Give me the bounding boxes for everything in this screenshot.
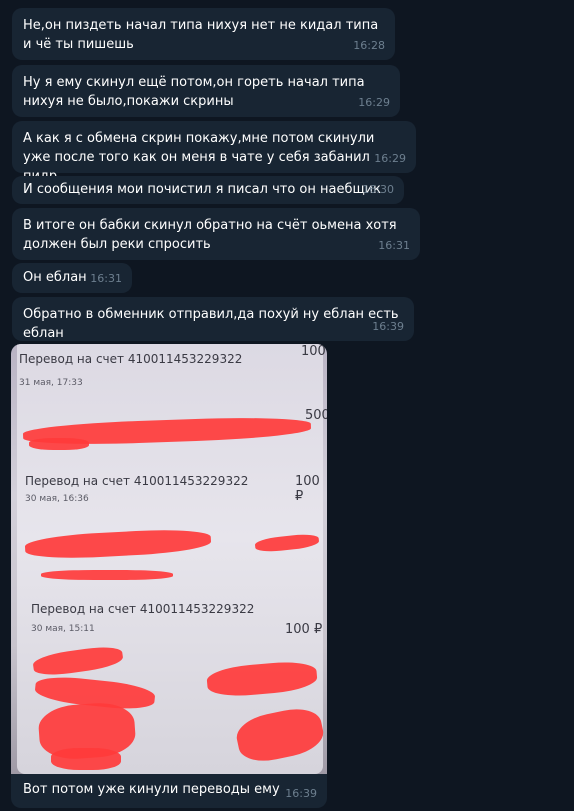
message-bubble[interactable]: А как я с обмена скрин покажу,мне потом … xyxy=(12,121,416,184)
message-time: 16:39 xyxy=(285,787,317,800)
photo-entry-amount: 100 xyxy=(301,344,326,359)
message-text: Не,он пиздеть начал типа нихуя нет не ки… xyxy=(23,18,379,52)
redaction-scribble xyxy=(51,748,121,770)
message-text: И сообщения мои почистил я писал что он … xyxy=(23,182,382,197)
message-time: 16:31 xyxy=(378,239,410,252)
redaction-scribble xyxy=(41,570,173,580)
message-text: В итоге он бабки скинул обратно на счёт … xyxy=(23,218,397,252)
photo-entry-date: 30 мая, 15:11 xyxy=(31,624,95,634)
message-time: 16:29 xyxy=(358,96,390,109)
photo-attachment[interactable]: Перевод на счет 410011453229322 31 мая, … xyxy=(11,344,327,774)
message-bubble[interactable]: Обратно в обменник отправил,да похуй ну … xyxy=(12,297,414,341)
photo-entry-date: 31 мая, 17:33 xyxy=(19,378,83,388)
message-bubble[interactable]: Ну я ему скинул ещё потом,он гореть нача… xyxy=(12,65,400,117)
message-text: Ну я ему скинул ещё потом,он гореть нача… xyxy=(23,75,365,109)
photo-caption: Вот потом уже кинули переводы ему xyxy=(23,782,280,797)
photo-entry-title: Перевод на счет 410011453229322 xyxy=(19,352,243,366)
message-time: 16:29 xyxy=(374,152,406,165)
photo-entry-amount: 100 ₽ xyxy=(295,474,320,504)
photo-partial-amount: 500 xyxy=(305,408,327,423)
message-text: Обратно в обменник отправил,да похуй ну … xyxy=(23,307,399,341)
message-bubble[interactable]: И сообщения мои почистил я писал что он … xyxy=(12,176,404,204)
photo-message[interactable]: Перевод на счет 410011453229322 31 мая, … xyxy=(11,344,327,808)
message-bubble[interactable]: Он еблан 16:31 xyxy=(12,263,132,293)
message-bubble[interactable]: Не,он пиздеть начал типа нихуя нет не ки… xyxy=(12,8,395,60)
photo-entry-amount: 100 ₽ xyxy=(285,622,323,637)
message-time: 16:39 xyxy=(372,320,404,333)
message-bubble[interactable]: В итоге он бабки скинул обратно на счёт … xyxy=(12,208,420,260)
message-time: 16:30 xyxy=(362,183,394,196)
redaction-scribble xyxy=(29,438,89,450)
message-time: 16:31 xyxy=(90,272,122,285)
photo-entry-title: Перевод на счет 410011453229322 xyxy=(31,602,255,616)
photo-entry-title: Перевод на счет 410011453229322 xyxy=(25,474,249,488)
message-time: 16:28 xyxy=(353,39,385,52)
chat-history: Не,он пиздеть начал типа нихуя нет не ки… xyxy=(0,0,574,811)
photo-entry-date: 30 мая, 16:36 xyxy=(25,494,89,504)
